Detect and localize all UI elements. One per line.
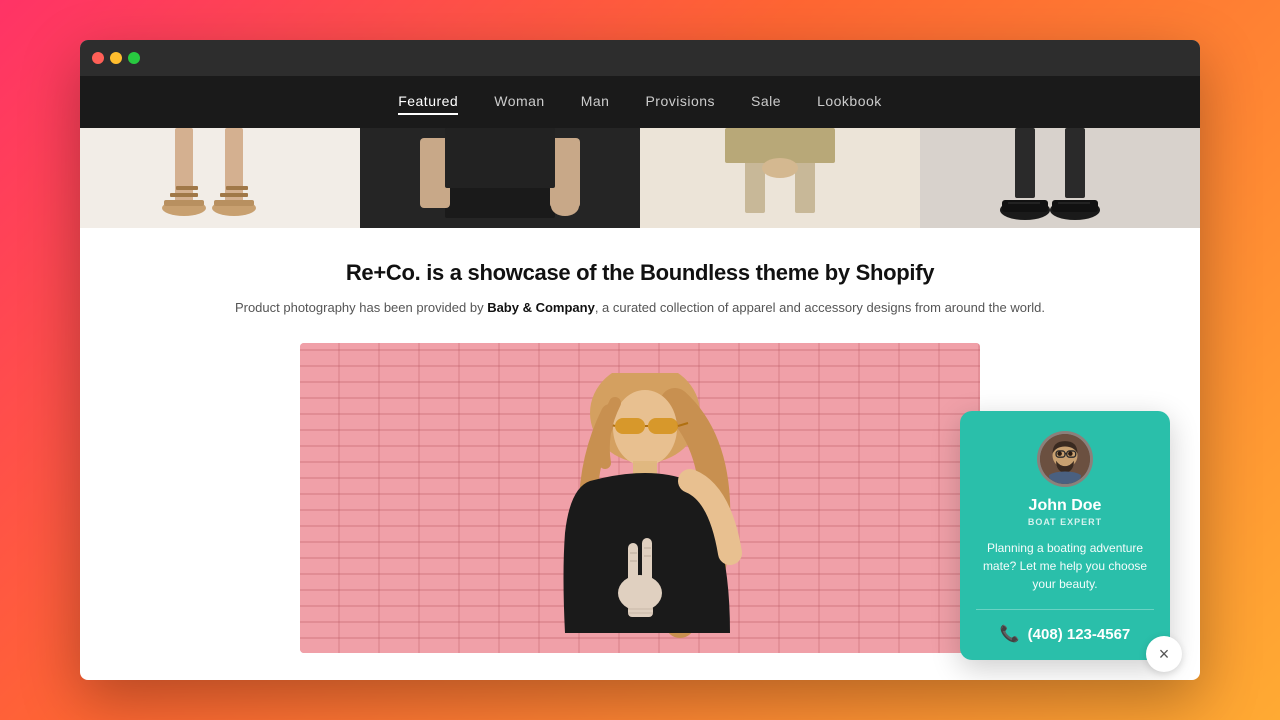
feature-image bbox=[300, 343, 980, 653]
feature-image-container bbox=[300, 343, 980, 653]
chat-widget[interactable]: John Doe BOAT EXPERT Planning a boating … bbox=[960, 411, 1170, 660]
hero-strip bbox=[80, 128, 1200, 228]
traffic-light-red[interactable] bbox=[92, 52, 104, 64]
browser-chrome bbox=[80, 40, 1200, 76]
hero-image-3 bbox=[640, 128, 920, 228]
avatar-image bbox=[1040, 431, 1090, 487]
model-figure bbox=[490, 373, 790, 653]
chat-phone[interactable]: 📞 (408) 123-4567 bbox=[1000, 624, 1131, 644]
hero-panel-3 bbox=[640, 128, 920, 228]
nav-item-man[interactable]: Man bbox=[581, 89, 610, 113]
nav-item-lookbook[interactable]: Lookbook bbox=[817, 89, 882, 113]
hero-image-2 bbox=[360, 128, 640, 228]
nav-item-woman[interactable]: Woman bbox=[494, 89, 544, 113]
about-brand: Baby & Company bbox=[487, 300, 595, 315]
hero-panel-4 bbox=[920, 128, 1200, 228]
agent-name: John Doe bbox=[1029, 497, 1102, 515]
nav-items: Featured Woman Man Provisions Sale Lookb… bbox=[398, 93, 882, 111]
traffic-light-yellow[interactable] bbox=[110, 52, 122, 64]
nav-item-sale[interactable]: Sale bbox=[751, 89, 781, 113]
close-button[interactable]: × bbox=[1146, 636, 1182, 672]
nav-item-provisions[interactable]: Provisions bbox=[645, 89, 715, 113]
nav-item-featured[interactable]: Featured bbox=[398, 89, 458, 115]
phone-number: (408) 123-4567 bbox=[1028, 626, 1131, 643]
agent-avatar bbox=[1037, 431, 1093, 487]
hero-image-4 bbox=[920, 128, 1200, 228]
hero-panel-2 bbox=[360, 128, 640, 228]
hero-panel-1 bbox=[80, 128, 360, 228]
chat-message: Planning a boating adventure mate? Let m… bbox=[976, 539, 1154, 593]
about-desc-before: Product photography has been provided by bbox=[235, 300, 487, 315]
browser-window: Featured Woman Man Provisions Sale Lookb… bbox=[80, 40, 1200, 680]
main-content: John Doe BOAT EXPERT Planning a boating … bbox=[80, 343, 1200, 680]
about-section: Re+Co. is a showcase of the Boundless th… bbox=[80, 228, 1200, 343]
chat-divider bbox=[976, 609, 1154, 610]
traffic-lights bbox=[92, 52, 140, 64]
phone-icon: 📞 bbox=[1000, 624, 1020, 644]
navigation-bar: Featured Woman Man Provisions Sale Lookb… bbox=[80, 76, 1200, 128]
agent-title: BOAT EXPERT bbox=[1028, 517, 1102, 527]
about-description: Product photography has been provided by… bbox=[100, 298, 1180, 319]
hero-image-1 bbox=[80, 128, 360, 228]
about-desc-after: , a curated collection of apparel and ac… bbox=[595, 300, 1045, 315]
browser-content: Featured Woman Man Provisions Sale Lookb… bbox=[80, 76, 1200, 680]
traffic-light-green[interactable] bbox=[128, 52, 140, 64]
about-title: Re+Co. is a showcase of the Boundless th… bbox=[100, 260, 1180, 286]
